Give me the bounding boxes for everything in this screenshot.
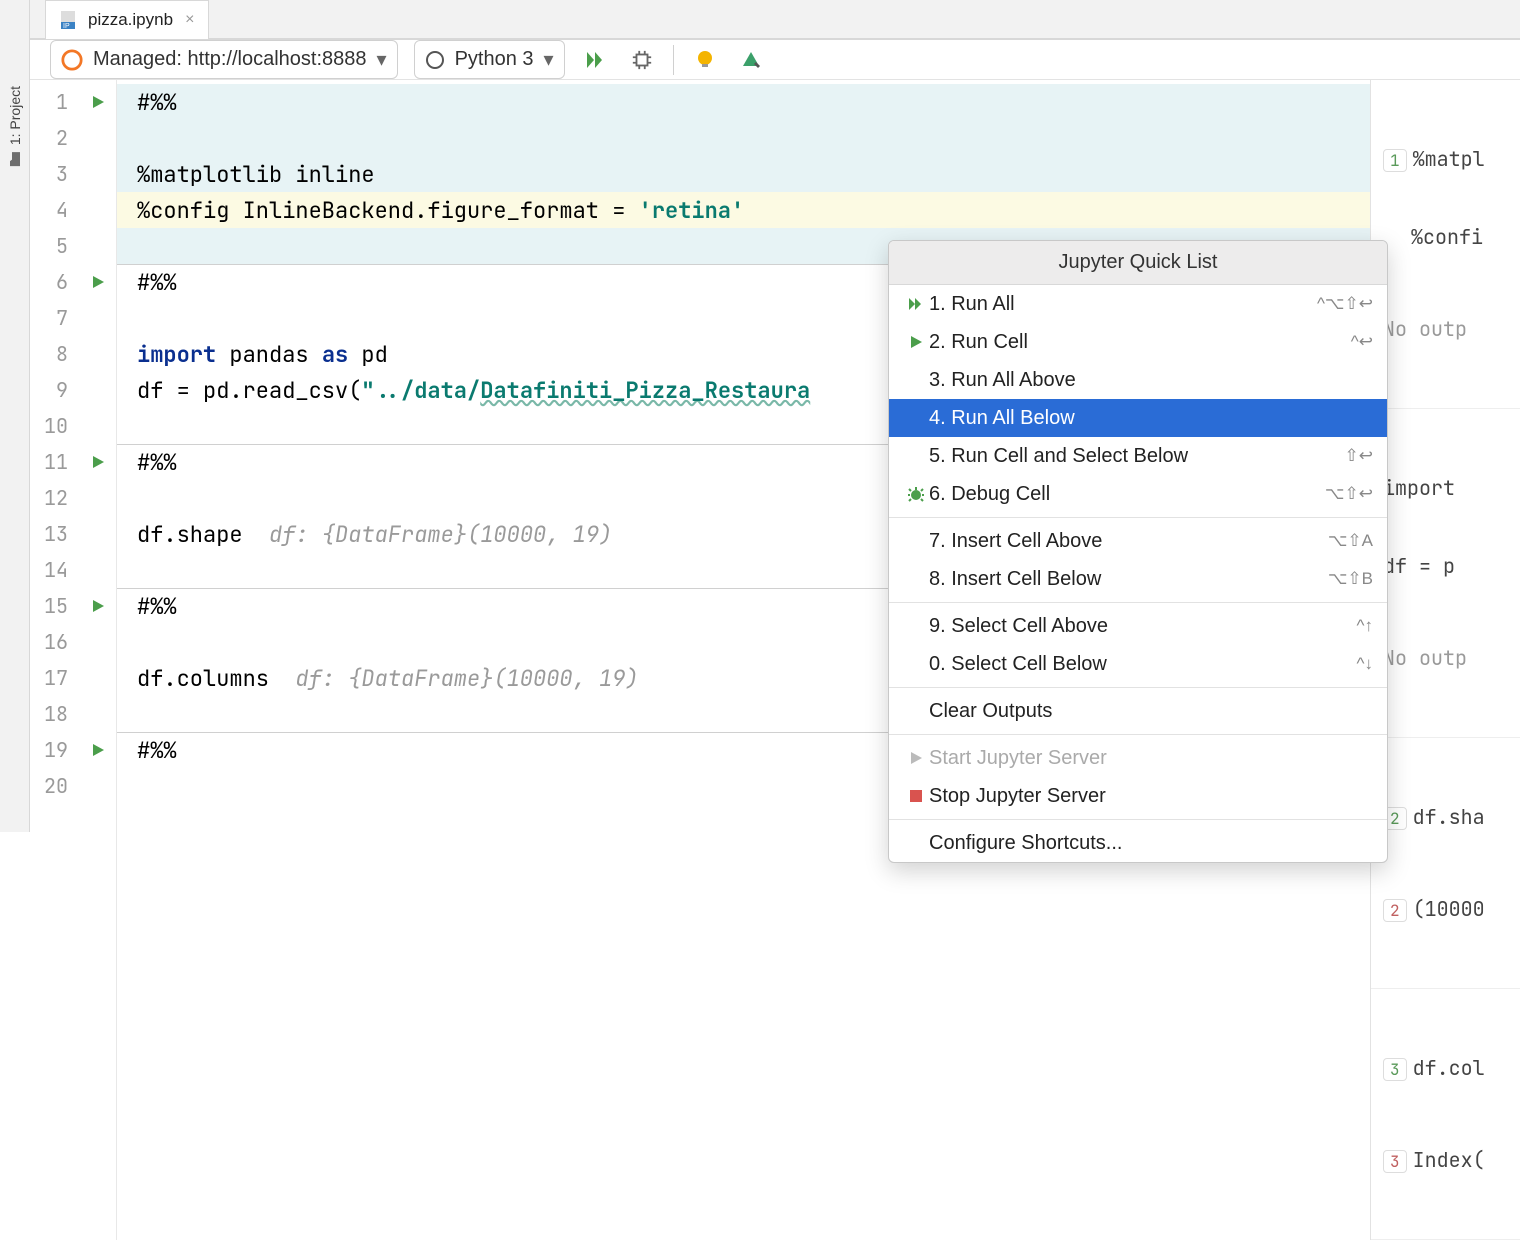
run-all-icon — [584, 48, 608, 72]
out-badge: 3 — [1383, 1150, 1407, 1173]
chevron-down-icon: ▾ — [377, 47, 387, 72]
keyword: import — [137, 340, 216, 369]
preview-panel: 1%matpl %confi No outp import df = p No … — [1370, 80, 1520, 1240]
run-all-icon — [907, 295, 925, 313]
ql-select-cell-above[interactable]: 9. Select Cell Above ^↑ — [889, 607, 1387, 645]
inline-hint: df: {DataFrame}(10000, 19) — [295, 664, 638, 693]
ql-run-cell-select-below[interactable]: 5. Run Cell and Select Below ⇧↩ — [889, 437, 1387, 475]
code-line: #%% — [137, 268, 177, 297]
run-cell-gutter-6[interactable] — [80, 264, 116, 300]
jupyter-quick-list-popup: Jupyter Quick List 1. Run All ^⌥⇧↩ 2. Ru… — [888, 240, 1388, 863]
ql-clear-outputs[interactable]: Clear Outputs — [889, 692, 1387, 730]
interrupt-button[interactable] — [627, 45, 657, 75]
run-cell-gutter-15[interactable] — [80, 588, 116, 624]
play-icon — [908, 334, 924, 350]
code-line: #%% — [137, 448, 177, 477]
play-icon — [90, 454, 106, 470]
code-line: #%% — [137, 592, 177, 621]
keyword: as — [322, 340, 348, 369]
run-gutter — [80, 80, 116, 1240]
ql-stop-jupyter-server[interactable]: Stop Jupyter Server — [889, 777, 1387, 815]
editor-tab-bar: IP pizza.ipynb × — [30, 0, 1520, 40]
close-tab-icon[interactable]: × — [185, 11, 194, 29]
cpu-icon — [631, 49, 653, 71]
string-literal: 'retina' — [639, 196, 745, 225]
play-icon — [90, 94, 106, 110]
ql-debug-cell[interactable]: 6. Debug Cell ⌥⇧↩ — [889, 475, 1387, 513]
folder-icon — [7, 151, 23, 167]
inline-hint: df: {DataFrame}(10000, 19) — [269, 520, 612, 549]
jupyter-toolbar: Managed: http://localhost:8888 ▾ Python … — [30, 40, 1520, 80]
kernel-circle-icon — [425, 50, 445, 70]
jupyter-icon — [61, 49, 83, 71]
chevron-down-icon: ▾ — [544, 47, 554, 72]
project-tool-tab[interactable]: 1: Project — [3, 80, 27, 173]
file-tab-pizza[interactable]: IP pizza.ipynb × — [45, 0, 209, 39]
server-label: Managed: http://localhost:8888 — [93, 48, 367, 71]
variables-button[interactable] — [690, 45, 720, 75]
server-selector[interactable]: Managed: http://localhost:8888 ▾ — [50, 40, 398, 79]
run-cell-gutter-11[interactable] — [80, 444, 116, 480]
bug-icon — [907, 485, 925, 503]
run-all-button[interactable] — [581, 45, 611, 75]
ipynb-file-icon: IP — [58, 9, 80, 31]
ql-start-jupyter-server: Start Jupyter Server — [889, 739, 1387, 777]
run-cell-gutter-19[interactable] — [80, 732, 116, 768]
code-line: #%% — [137, 736, 177, 765]
ql-run-all[interactable]: 1. Run All ^⌥⇧↩ — [889, 285, 1387, 323]
cell-badge: 1 — [1383, 149, 1407, 172]
code-line: #%% — [137, 88, 177, 117]
kernel-selector[interactable]: Python 3 ▾ — [414, 40, 565, 79]
ql-run-cell[interactable]: 2. Run Cell ^↩ — [889, 323, 1387, 361]
ql-insert-cell-above[interactable]: 7. Insert Cell Above ⌥⇧A — [889, 522, 1387, 560]
ql-run-all-below[interactable]: 4. Run All Below — [889, 399, 1387, 437]
play-icon — [90, 742, 106, 758]
play-icon — [90, 274, 106, 290]
separator — [673, 45, 674, 75]
tab-filename: pizza.ipynb — [88, 10, 173, 30]
code-line: %matplotlib inline — [137, 160, 375, 189]
project-tab-label: 1: Project — [7, 86, 23, 145]
code-line: %config InlineBackend.figure_format = — [137, 196, 639, 225]
line-number-gutter: 12345 678910 1112131415 1617181920 — [30, 80, 80, 1240]
cell-badge: 3 — [1383, 1058, 1407, 1081]
play-icon — [90, 598, 106, 614]
tool-window-bar: 1: Project — [0, 0, 30, 832]
ql-configure-shortcuts[interactable]: Configure Shortcuts... — [889, 824, 1387, 862]
lightbulb-icon — [694, 49, 716, 71]
ql-run-all-above[interactable]: 3. Run All Above — [889, 361, 1387, 399]
play-icon — [909, 751, 923, 765]
stop-icon — [909, 789, 923, 803]
kernel-label: Python 3 — [455, 48, 534, 71]
run-cell-gutter-1[interactable] — [80, 84, 116, 120]
datalore-icon — [739, 48, 763, 72]
quick-list-title: Jupyter Quick List — [889, 241, 1387, 285]
ql-select-cell-below[interactable]: 0. Select Cell Below ^↓ — [889, 645, 1387, 683]
ql-insert-cell-below[interactable]: 8. Insert Cell Below ⌥⇧B — [889, 560, 1387, 598]
datalore-button[interactable] — [736, 45, 766, 75]
svg-text:IP: IP — [63, 23, 70, 30]
out-badge: 2 — [1383, 899, 1407, 922]
